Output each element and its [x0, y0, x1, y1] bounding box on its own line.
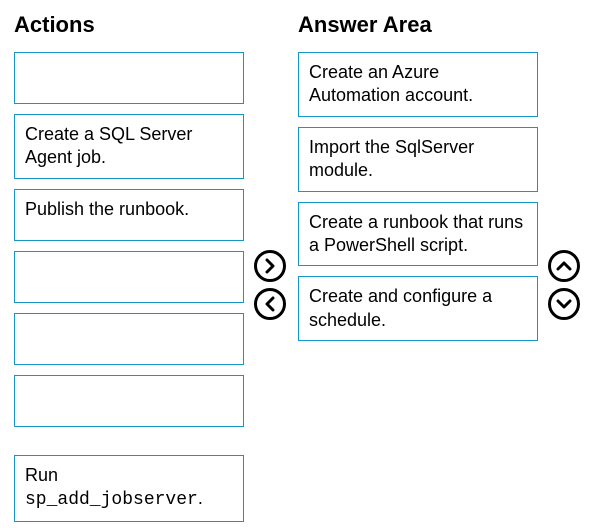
move-down-button[interactable] — [548, 288, 580, 320]
answer-slot[interactable]: Create a runbook that runs a PowerShell … — [298, 202, 538, 267]
actions-heading: Actions — [14, 12, 244, 38]
action-text: Create a SQL Server Agent job. — [25, 123, 233, 170]
code-text: sp_add_jobserver — [25, 490, 198, 510]
answer-text: Create a runbook that runs a PowerShell … — [309, 211, 527, 258]
move-horizontal-controls — [254, 250, 286, 320]
move-left-button[interactable] — [254, 288, 286, 320]
action-slot[interactable]: Run sp_add_jobserver. — [14, 455, 244, 522]
answer-heading: Answer Area — [298, 12, 538, 38]
action-slot[interactable] — [14, 251, 244, 303]
answer-slot[interactable]: Create an Azure Automation account. — [298, 52, 538, 117]
move-right-button[interactable] — [254, 250, 286, 282]
answer-text: Create and configure a schedule. — [309, 285, 527, 332]
chevron-left-icon — [262, 296, 278, 312]
action-slot[interactable] — [14, 313, 244, 365]
answer-text: Create an Azure Automation account. — [309, 61, 527, 108]
chevron-right-icon — [262, 258, 278, 274]
answer-column: Answer Area Create an Azure Automation a… — [258, 0, 578, 532]
action-slot[interactable] — [14, 52, 244, 104]
answer-slot[interactable]: Import the SqlServer module. — [298, 127, 538, 192]
action-slot[interactable] — [14, 375, 244, 427]
action-slot[interactable]: Create a SQL Server Agent job. — [14, 114, 244, 179]
action-text: Publish the runbook. — [25, 198, 189, 221]
drag-drop-exercise: Actions Create a SQL Server Agent job. P… — [0, 0, 592, 532]
answer-slot[interactable]: Create and configure a schedule. — [298, 276, 538, 341]
action-slot[interactable]: Publish the runbook. — [14, 189, 244, 241]
actions-column: Actions Create a SQL Server Agent job. P… — [0, 0, 258, 532]
chevron-up-icon — [556, 258, 572, 274]
move-vertical-controls — [548, 250, 580, 320]
action-text: Run sp_add_jobserver. — [25, 464, 233, 513]
move-up-button[interactable] — [548, 250, 580, 282]
answer-text: Import the SqlServer module. — [309, 136, 527, 183]
chevron-down-icon — [556, 296, 572, 312]
